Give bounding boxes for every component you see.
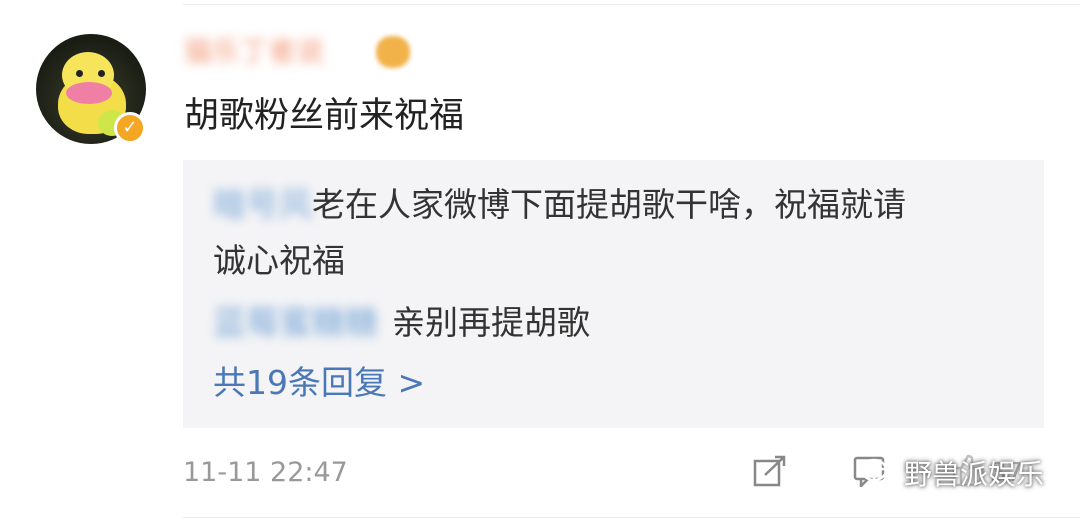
reply-text: 亲别再提胡歌 [392,303,590,342]
timestamp: 11-11 22:47 [183,457,348,488]
reply-box[interactable]: 暗号风老在人家微博下面提胡歌干啥，祝福就请 诚心祝福 蓝莓蜜糖糖 亲别再提胡歌 共… [183,160,1044,428]
username[interactable]: 猫乐丁者说 [184,34,324,70]
avatar-duck-eye [98,70,105,77]
user-emoji-icon [376,36,410,68]
bottom-divider [183,517,1080,518]
avatar-duck-eye [76,70,83,77]
wechat-logo-icon [860,458,896,487]
avatar-duck-beak [66,82,112,104]
share-icon[interactable] [753,455,787,487]
reply-item: 暗号风老在人家微博下面提胡歌干啥，祝福就请 [213,182,906,228]
post-text: 胡歌粉丝前来祝福 [184,96,465,136]
watermark: 野兽派娱乐 [860,451,1044,495]
reply-item: 蓝莓蜜糖糖 亲别再提胡歌 [213,300,590,346]
reply-text-continued: 诚心祝福 [213,241,345,280]
more-replies-link[interactable]: 共19条回复 > [213,360,425,406]
reply-author[interactable]: 暗号风 [213,185,312,224]
reply-author[interactable]: 蓝莓蜜糖糖 [213,303,378,342]
verified-badge-icon: ✓ [114,112,146,144]
watermark-text: 野兽派娱乐 [904,458,1045,491]
reply-text: 老在人家微博下面提胡歌干啥，祝福就请 [312,185,906,224]
top-divider [183,4,1080,5]
